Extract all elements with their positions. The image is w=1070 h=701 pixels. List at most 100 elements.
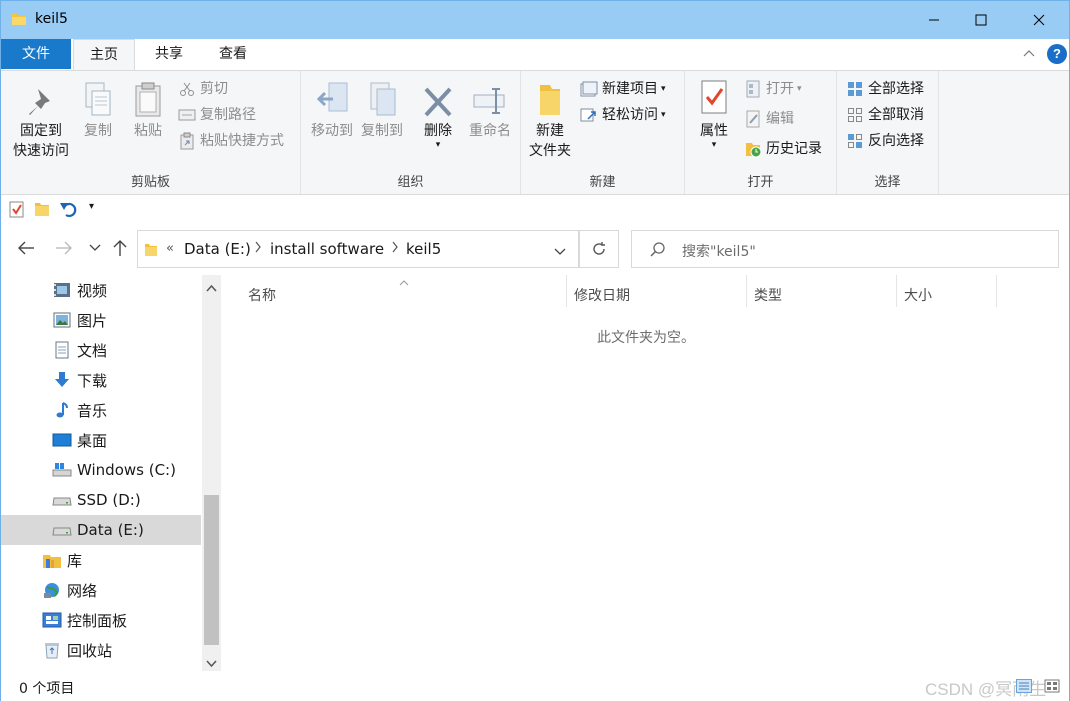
back-button[interactable]	[15, 237, 37, 259]
forward-button[interactable]	[53, 237, 75, 259]
invert-selection-button[interactable]: 反向选择	[845, 129, 924, 153]
column-divider[interactable]	[566, 275, 567, 307]
scroll-up-icon[interactable]	[206, 281, 217, 296]
nav-item-libraries[interactable]: 库	[1, 545, 201, 575]
pin-quick-access-button[interactable]: 固定到 快速访问	[7, 77, 75, 161]
document-icon	[51, 339, 73, 361]
cut-button[interactable]: 剪切	[177, 77, 228, 101]
select-none-button[interactable]: 全部取消	[845, 103, 924, 127]
library-icon	[41, 549, 63, 571]
open-dropdown-icon: ▾	[797, 84, 802, 94]
new-folder-button[interactable]: 新建 文件夹	[525, 77, 575, 161]
move-to-button[interactable]: 移动到	[305, 77, 359, 141]
group-open: 属性 ▾ 打开 ▾ 编辑 历史记录 打开	[685, 71, 837, 194]
address-dropdown-icon[interactable]	[554, 245, 566, 260]
edit-label: 编辑	[766, 111, 794, 127]
tab-home[interactable]: 主页	[73, 39, 135, 70]
nav-item-documents[interactable]: 文档	[1, 335, 201, 365]
minimize-button[interactable]	[911, 1, 957, 39]
paste-shortcut-button[interactable]: 粘贴快捷方式	[177, 129, 284, 153]
easy-access-dropdown-icon: ▾	[661, 110, 666, 120]
search-box[interactable]: 搜索"keil5"	[631, 230, 1059, 268]
copy-to-button[interactable]: 复制到	[355, 77, 409, 141]
history-label: 历史记录	[766, 141, 822, 157]
scroll-thumb[interactable]	[204, 495, 219, 645]
breadcrumb-separator-icon[interactable]	[391, 241, 399, 257]
easy-access-label: 轻松访问	[602, 107, 658, 123]
copy-path-button[interactable]: 复制路径	[177, 103, 256, 127]
group-new: 新建 文件夹 新建项目 ▾ 轻松访问 ▾ 新建	[521, 71, 685, 194]
nav-item-pictures[interactable]: 图片	[1, 305, 201, 335]
column-header-name[interactable]: 名称	[248, 281, 566, 311]
nav-item-label: 控制面板	[67, 611, 128, 630]
nav-item-label: 网络	[67, 581, 98, 600]
column-header-type[interactable]: 类型	[754, 281, 896, 311]
edit-button[interactable]: 编辑	[743, 107, 794, 131]
scroll-down-icon[interactable]	[206, 657, 217, 672]
nav-item-drive-e[interactable]: Data (E:)	[1, 515, 201, 545]
column-header-size[interactable]: 大小	[904, 281, 996, 311]
select-all-button[interactable]: 全部选择	[845, 77, 924, 101]
nav-item-recycle-bin[interactable]: 回收站	[1, 635, 201, 665]
nav-scrollbar[interactable]	[202, 275, 221, 671]
history-icon	[746, 143, 762, 158]
help-icon[interactable]: ?	[1047, 44, 1067, 64]
up-button[interactable]	[109, 237, 131, 259]
tab-view[interactable]: 查看	[202, 39, 264, 69]
address-bar[interactable]: « Data (E:) install software keil5	[137, 230, 579, 268]
nav-item-label: 下载	[77, 371, 108, 390]
tab-share[interactable]: 共享	[138, 39, 200, 69]
nav-item-music[interactable]: 音乐	[1, 395, 201, 425]
open-button[interactable]: 打开 ▾	[743, 77, 802, 101]
nav-item-control-panel[interactable]: 控制面板	[1, 605, 201, 635]
breadcrumb-item[interactable]: install software	[270, 240, 384, 258]
file-list[interactable]: 名称 修改日期 类型 大小 此文件夹为空。	[223, 275, 1069, 671]
easy-access-button[interactable]: 轻松访问 ▾	[579, 103, 666, 127]
breadcrumb-item[interactable]: Data (E:)	[184, 240, 251, 258]
ribbon: 固定到 快速访问 复制 粘贴 剪切 复制路径 粘贴快捷方式 剪贴板 移动到 复制…	[1, 70, 1069, 195]
paste-button[interactable]: 粘贴	[127, 77, 169, 141]
properties-check-icon[interactable]	[9, 200, 25, 222]
close-button[interactable]	[1016, 1, 1062, 39]
nav-item-downloads[interactable]: 下载	[1, 365, 201, 395]
group-label-open: 打开	[747, 175, 774, 190]
breadcrumb-overflow[interactable]: «	[166, 241, 174, 256]
refresh-button[interactable]	[579, 230, 619, 268]
refresh-icon	[593, 242, 605, 255]
group-label-clipboard: 剪贴板	[130, 175, 170, 190]
customize-toolbar-icon[interactable]: ▾	[89, 201, 94, 212]
breadcrumb-separator-icon[interactable]	[254, 241, 262, 257]
maximize-button[interactable]	[958, 1, 1004, 39]
column-divider[interactable]	[996, 275, 997, 307]
tab-file[interactable]: 文件	[1, 39, 71, 69]
arrow-up-icon	[113, 240, 127, 256]
delete-button[interactable]: 删除 ▾	[417, 77, 459, 150]
new-folder-label-1: 新建	[536, 123, 564, 139]
new-item-button[interactable]: 新建项目 ▾	[579, 77, 666, 101]
nav-item-videos[interactable]: 视频	[1, 275, 201, 305]
details-view-button[interactable]	[1013, 675, 1035, 697]
nav-item-network[interactable]: 网络	[1, 575, 201, 605]
column-header-modified[interactable]: 修改日期	[574, 281, 746, 311]
rename-button[interactable]: 重命名	[463, 77, 517, 141]
large-icons-view-button[interactable]	[1041, 675, 1063, 697]
breadcrumb-item[interactable]: keil5	[406, 240, 441, 258]
copy-label: 复制	[84, 123, 112, 139]
properties-button[interactable]: 属性 ▾	[693, 77, 735, 150]
collapse-ribbon-icon[interactable]	[1023, 47, 1035, 62]
copy-button[interactable]: 复制	[77, 77, 119, 141]
nav-item-label: SSD (D:)	[77, 491, 141, 509]
nav-item-drive-d[interactable]: SSD (D:)	[1, 485, 201, 515]
navigation-bar: « Data (E:) install software keil5 搜索"ke…	[1, 223, 1069, 275]
recent-locations-button[interactable]	[84, 237, 106, 259]
new-folder-quick-icon[interactable]	[34, 201, 50, 221]
history-button[interactable]: 历史记录	[743, 137, 822, 161]
folder-icon	[144, 241, 158, 261]
column-divider[interactable]	[746, 275, 747, 307]
undo-icon[interactable]	[59, 199, 79, 223]
nav-item-label: 回收站	[67, 641, 113, 660]
download-icon	[51, 369, 73, 391]
column-divider[interactable]	[896, 275, 897, 307]
nav-item-drive-c[interactable]: Windows (C:)	[1, 455, 201, 485]
nav-item-desktop[interactable]: 桌面	[1, 425, 201, 455]
